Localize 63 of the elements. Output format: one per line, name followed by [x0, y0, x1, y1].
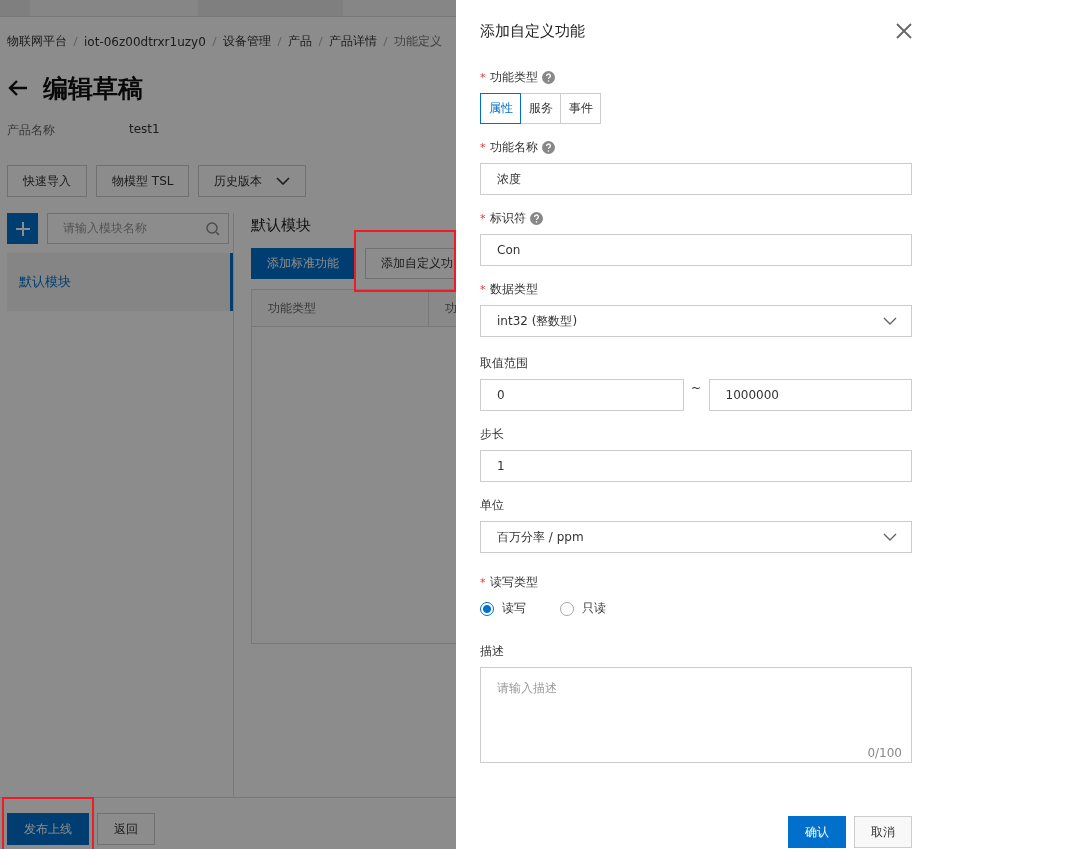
chevron-down-icon: [883, 533, 897, 541]
breadcrumb-link[interactable]: 物联网平台: [7, 33, 67, 50]
radio-label: 读写: [502, 600, 526, 617]
segment-tab[interactable]: 事件: [560, 93, 601, 124]
toolbar-button[interactable]: 物模型 TSL: [96, 165, 190, 197]
breadcrumb-link[interactable]: iot-06z00dtrxr1uzy0: [84, 34, 206, 49]
input-field[interactable]: 1000000: [708, 379, 912, 411]
required-mark: *: [480, 211, 486, 225]
chevron-down-icon: [276, 177, 291, 185]
dialog-button[interactable]: 确认: [788, 816, 846, 848]
add-button[interactable]: [7, 213, 38, 244]
action-button[interactable]: 添加自定义功: [365, 248, 456, 279]
placeholder-text: 请输入描述: [497, 680, 557, 697]
field-label: 读写类型: [489, 573, 538, 591]
select-field[interactable]: int32 (整数型): [480, 305, 912, 337]
close-icon[interactable]: [896, 23, 912, 39]
input-field[interactable]: 1: [480, 450, 912, 482]
segment-tab[interactable]: 服务: [520, 93, 561, 124]
required-mark: *: [480, 575, 486, 589]
back-arrow-icon[interactable]: [7, 79, 29, 97]
module-item[interactable]: 默认模块: [7, 253, 233, 311]
field-label: 取值范围: [480, 354, 528, 372]
input-field[interactable]: Con: [480, 234, 912, 266]
field-label: 产品名称: [7, 122, 56, 139]
toolbar-button[interactable]: 历史版本: [198, 165, 307, 197]
breadcrumb-link[interactable]: 设备管理: [222, 33, 271, 50]
range-separator: ~: [689, 380, 703, 397]
field-label: 功能类型: [489, 68, 538, 86]
field-label: 描述: [480, 642, 504, 660]
field-label: 标识符: [489, 209, 526, 227]
radio-button[interactable]: [480, 601, 494, 616]
search-icon: [206, 221, 220, 236]
column-header: 功能类型: [252, 290, 429, 326]
plus-icon: [15, 221, 30, 236]
page-title: 编辑草稿: [43, 72, 143, 105]
radio-option[interactable]: 读写: [480, 600, 534, 617]
field-label: 单位: [480, 496, 504, 514]
field-value: test1: [129, 122, 160, 138]
input-field[interactable]: 0: [480, 379, 684, 411]
character-counter: 0/100: [867, 746, 902, 760]
section-heading: 默认模块: [251, 215, 312, 235]
chevron-down-icon: [883, 317, 897, 325]
footer-button[interactable]: 发布上线: [7, 813, 89, 845]
field-label: 步长: [480, 425, 504, 443]
required-mark: *: [480, 70, 486, 84]
required-mark: *: [480, 140, 486, 154]
segment-tab[interactable]: 属性: [480, 93, 521, 124]
radio-label: 只读: [582, 600, 606, 617]
field-label: 功能名称: [489, 138, 538, 156]
field-label: 数据类型: [489, 280, 538, 298]
select-field[interactable]: 百万分率 / ppm: [480, 521, 912, 553]
textarea-field[interactable]: 请输入描述 0/100: [480, 667, 912, 763]
dialog-button[interactable]: 取消: [854, 816, 912, 848]
radio-option[interactable]: 只读: [560, 600, 614, 617]
required-mark: *: [480, 282, 486, 296]
breadcrumb-link[interactable]: 产品: [287, 33, 312, 50]
breadcrumb-link[interactable]: 产品详情: [328, 33, 377, 50]
drawer-title: 添加自定义功能: [480, 21, 585, 41]
breadcrumb-link[interactable]: 功能定义: [393, 33, 442, 50]
input-field[interactable]: 浓度: [480, 163, 912, 195]
toolbar-button[interactable]: 快速导入: [7, 165, 87, 197]
action-button[interactable]: 添加标准功能: [251, 248, 355, 279]
footer-button[interactable]: 返回: [97, 813, 155, 845]
